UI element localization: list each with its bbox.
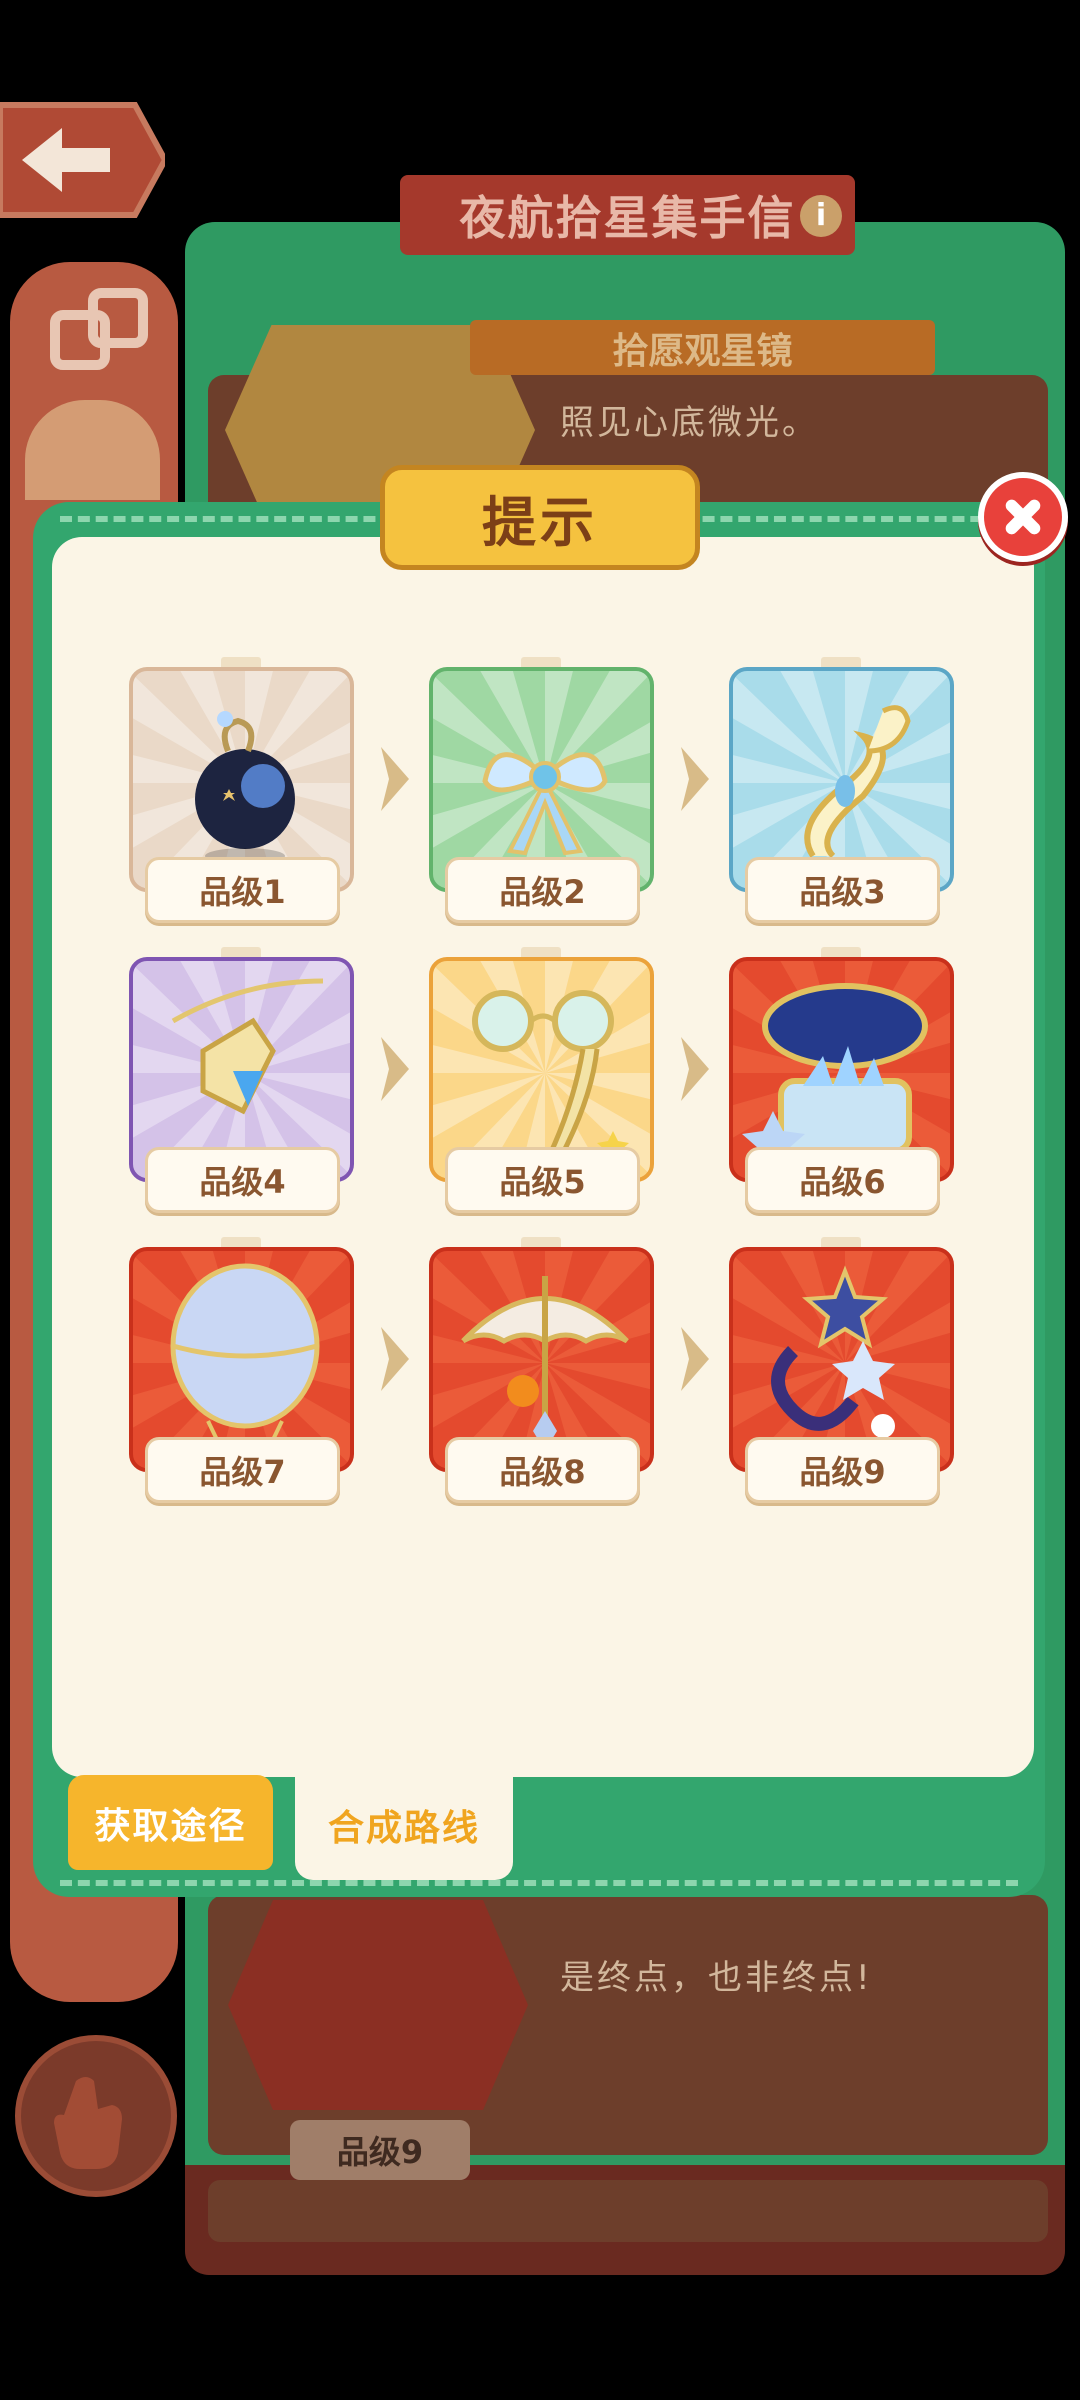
- next-arrow-icon: [681, 1327, 709, 1391]
- tab-synthesis-route[interactable]: 合成路线: [295, 1770, 513, 1880]
- link-icon[interactable]: [45, 275, 155, 385]
- next-arrow-icon: [381, 747, 409, 811]
- next-arrow-icon: [381, 1037, 409, 1101]
- next-arrow-icon: [381, 1327, 409, 1391]
- tier-label-9: 品级9: [745, 1437, 940, 1503]
- dialog-stitch-bottom: [60, 1880, 1018, 1886]
- tier-label-6: 品级6: [745, 1147, 940, 1213]
- tier-label-2: 品级2: [445, 857, 640, 923]
- tier-label-8: 品级8: [445, 1437, 640, 1503]
- hand-pointer-button[interactable]: [15, 2035, 177, 2197]
- tier-label-7: 品级7: [145, 1437, 340, 1503]
- tab-acquire-source[interactable]: 获取途径: [68, 1775, 273, 1870]
- dialog-title: 提示: [380, 465, 700, 570]
- tier-label-1: 品级1: [145, 857, 340, 923]
- info-icon[interactable]: i: [800, 195, 842, 237]
- tier-label-4: 品级4: [145, 1147, 340, 1213]
- side-rail-slot: [25, 400, 160, 500]
- next-arrow-icon: [681, 747, 709, 811]
- collection-title: 夜航拾星集手信: [400, 175, 855, 255]
- item-card-bottom-tier: 品级9: [290, 2120, 470, 2180]
- tier-label-5: 品级5: [445, 1147, 640, 1213]
- next-arrow-icon: [681, 1037, 709, 1101]
- close-button[interactable]: [978, 472, 1068, 562]
- item-card-bottom-text: 是终点，也非终点!: [560, 1958, 873, 1998]
- panel-footer-bar: [208, 2180, 1048, 2242]
- back-arrow-icon: [0, 102, 169, 218]
- hand-icon: [54, 2077, 122, 2169]
- item-card-top-title: 拾愿观星镜: [470, 320, 935, 375]
- back-button[interactable]: [0, 100, 169, 220]
- item-card-bottom-image: [228, 1900, 528, 2110]
- tier-label-3: 品级3: [745, 857, 940, 923]
- item-card-top-text: 照见心底微光。: [560, 403, 819, 443]
